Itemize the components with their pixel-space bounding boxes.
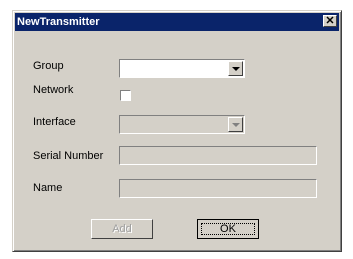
close-icon: ✕ [325, 15, 335, 27]
serial-number-label: Serial Number [33, 150, 104, 162]
ok-button[interactable]: OK [197, 219, 259, 239]
add-button[interactable]: Add [91, 219, 153, 239]
network-label: Network [33, 84, 74, 96]
interface-label: Interface [33, 116, 76, 128]
add-button-label: Add [112, 223, 132, 235]
name-field[interactable] [119, 179, 317, 198]
chevron-down-icon [232, 123, 240, 127]
title-bar[interactable]: NewTransmitter ✕ [15, 13, 339, 31]
serial-number-field[interactable] [119, 146, 317, 165]
group-dropdown[interactable] [119, 59, 245, 78]
new-transmitter-dialog: NewTransmitter ✕ Group Network Interface… [12, 10, 342, 252]
window-title: NewTransmitter [17, 16, 100, 28]
group-label: Group [33, 60, 64, 72]
interface-dropdown-button[interactable] [228, 117, 243, 132]
name-label: Name [33, 182, 63, 194]
chevron-down-icon [232, 67, 240, 71]
close-button[interactable]: ✕ [323, 15, 337, 27]
interface-dropdown[interactable] [119, 115, 245, 134]
group-dropdown-button[interactable] [228, 61, 243, 76]
ok-button-label: OK [220, 223, 236, 235]
network-checkbox[interactable] [120, 90, 131, 101]
